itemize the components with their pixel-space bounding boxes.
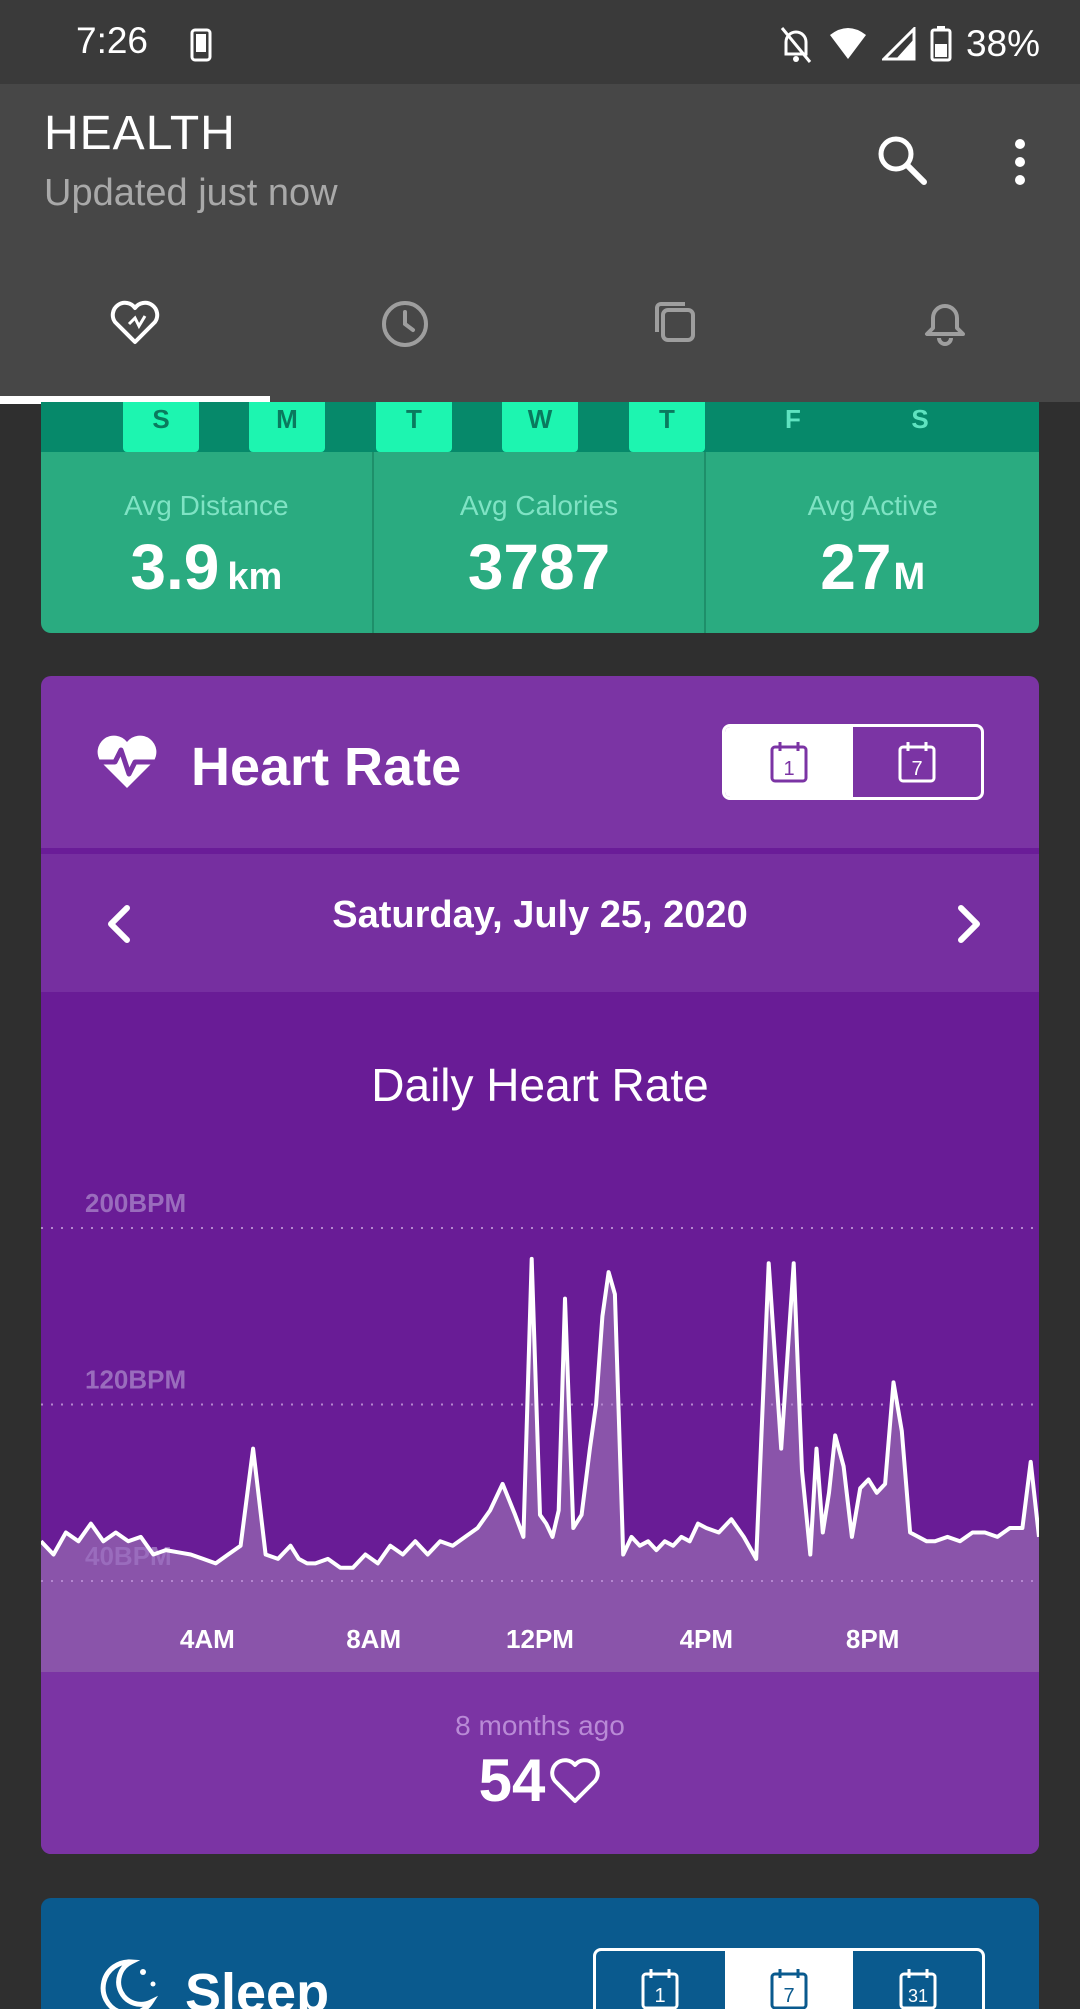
sleep-title: Sleep: [185, 1963, 330, 2009]
status-bar: 7:26 38%: [0, 0, 1080, 84]
x-tick-label: 8AM: [346, 1624, 401, 1654]
status-time: 7:26: [76, 20, 149, 61]
week-day-strip: S M T W T F S: [41, 402, 1039, 452]
stat-label: Avg Active: [807, 490, 938, 521]
clock-icon: [382, 301, 428, 347]
heart-outline-icon: [550, 1757, 601, 1803]
last-reading-time: 8 months ago: [455, 1710, 625, 1741]
notifications-off-icon: [780, 27, 812, 63]
heart-rate-header: Heart Rate 1 7: [41, 676, 1039, 848]
calendar-month-icon: 31: [899, 1969, 937, 2009]
range-toggle: 1 7: [722, 724, 984, 800]
stat-label: Avg Distance: [124, 490, 289, 521]
date-navigator: Saturday, July 25, 2020: [41, 854, 1039, 992]
sleep-range-week-button[interactable]: 7: [724, 1951, 854, 2009]
activity-week-card: S M T W T F S Avg Distance 3.9 km Avg Cal…: [41, 402, 1039, 633]
x-tick-label: 4PM: [680, 1624, 733, 1654]
battery-percent: 38%: [965, 23, 1040, 64]
heart-icon: [110, 300, 160, 344]
last-reading-value: 54: [479, 1746, 602, 1815]
app-subtitle: Updated just now: [44, 172, 338, 214]
calendar-week-icon: 7: [898, 742, 936, 783]
heart-rate-card: Heart Rate 1 7 Saturday, July 25, 2020 4…: [41, 676, 1039, 1854]
more-options-icon[interactable]: [998, 132, 1042, 192]
copy-icon: [655, 302, 695, 342]
wifi-icon: [829, 28, 866, 59]
y-tick-label: 200BPM: [85, 1188, 186, 1218]
date-label: Saturday, July 25, 2020: [332, 894, 748, 936]
range-day-button[interactable]: 1: [725, 727, 853, 797]
range-day-label: 1: [783, 758, 794, 780]
day-sunday[interactable]: S: [123, 402, 199, 452]
stat-value: 27M: [820, 531, 926, 603]
stat-avg-active: Avg Active 27M: [706, 452, 1039, 633]
stat-value: 3.9 km: [130, 531, 283, 603]
app-bar: HEALTH Updated just now: [0, 84, 1080, 404]
bell-icon: [925, 304, 965, 346]
y-tick-label: 120BPM: [85, 1365, 186, 1395]
stat-value: 3787: [467, 531, 611, 603]
last-reading-number: 54: [478, 1747, 546, 1814]
chevron-right-icon[interactable]: [939, 894, 999, 954]
day-wednesday[interactable]: W: [502, 402, 578, 452]
heartbeat-icon: [97, 735, 157, 788]
range-week-label: 7: [911, 758, 922, 780]
x-tick-label: 8PM: [846, 1624, 899, 1654]
stat-label: Avg Calories: [459, 490, 619, 521]
x-tick-label: 4AM: [180, 1624, 235, 1654]
sleep-range-toggle: 1 7 31: [593, 1948, 985, 2009]
phone-icon: [190, 28, 212, 62]
day-monday[interactable]: M: [249, 402, 325, 452]
svg-text:31: 31: [908, 1986, 928, 2006]
battery-icon: [930, 26, 952, 62]
tab-bar: [0, 274, 1080, 402]
moon-icon: [100, 1959, 159, 2009]
week-stats: Avg Distance 3.9 km Avg Calories 3787 Avg…: [41, 452, 1039, 633]
svg-text:7: 7: [783, 1985, 794, 2007]
stat-avg-distance: Avg Distance 3.9 km: [41, 452, 374, 633]
app-title: HEALTH: [44, 107, 236, 160]
range-week-button[interactable]: 7: [853, 727, 981, 797]
tab-health[interactable]: [0, 274, 270, 402]
x-tick-label: 12PM: [506, 1624, 574, 1654]
calendar-day-icon: 1: [641, 1969, 679, 2009]
sleep-range-day-button[interactable]: 1: [596, 1951, 725, 2009]
chart-title: Daily Heart Rate: [371, 1059, 709, 1111]
heart-rate-chart: 40BPM 120BPM 200BPM 4AM 8AM 12PM 4PM 8PM Daily …: [41, 992, 1039, 1672]
day-tuesday[interactable]: T: [376, 402, 452, 452]
sleep-range-month-button[interactable]: 31: [853, 1951, 982, 2009]
day-thursday[interactable]: T: [629, 402, 705, 452]
cell-signal-icon: [881, 27, 916, 61]
sleep-card: Sleep 1 7 31: [41, 1898, 1039, 2009]
tab-alerts[interactable]: [810, 274, 1080, 402]
tab-overview[interactable]: [540, 274, 810, 402]
calendar-day-icon: 1: [770, 742, 808, 783]
day-friday[interactable]: F: [755, 402, 831, 452]
day-saturday[interactable]: S: [882, 402, 958, 452]
tab-history[interactable]: [270, 274, 540, 402]
y-tick-label: 40BPM: [85, 1541, 172, 1571]
status-indicators: 38%: [778, 22, 1040, 66]
heart-rate-title: Heart Rate: [191, 737, 462, 797]
svg-text:1: 1: [655, 1985, 666, 2007]
last-reading: 8 months ago 54: [41, 1672, 1039, 1854]
stat-avg-calories: Avg Calories 3787: [374, 452, 707, 633]
search-icon[interactable]: [872, 130, 932, 190]
calendar-week-icon: 7: [770, 1969, 808, 2009]
